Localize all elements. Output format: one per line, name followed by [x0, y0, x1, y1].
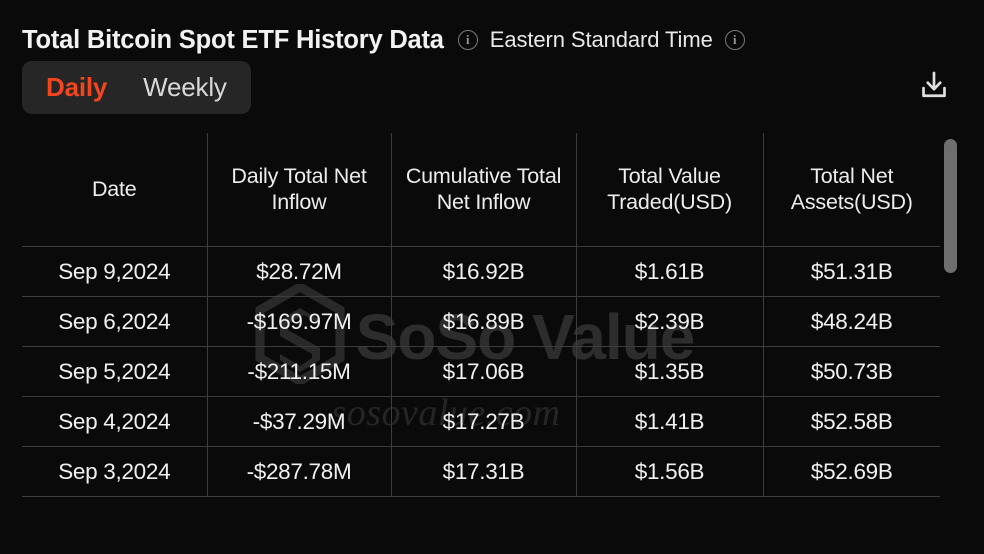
table-row[interactable]: Sep 4,2024 -$37.29M $17.27B $1.41B $52.5…	[22, 396, 940, 448]
tab-daily[interactable]: Daily	[30, 68, 123, 107]
table-row[interactable]: Sep 3,2024 -$287.78M $17.31B $1.56B $52.…	[22, 446, 940, 498]
cell-total-value-traded: $1.56B	[576, 446, 764, 498]
cell-total-net-assets: $52.58B	[763, 396, 940, 448]
cell-total-net-assets: $50.73B	[763, 346, 940, 398]
download-button[interactable]	[914, 67, 954, 107]
cell-daily-net-inflow: -$211.15M	[207, 346, 392, 398]
cell-total-value-traded: $1.35B	[576, 346, 764, 398]
table-row[interactable]: Sep 5,2024 -$211.15M $17.06B $1.35B $50.…	[22, 346, 940, 398]
column-header-total-net-assets[interactable]: Total Net Assets(USD)	[763, 132, 940, 248]
cell-daily-net-inflow: $28.72M	[207, 246, 392, 298]
cell-total-net-assets: $51.31B	[763, 246, 940, 298]
cell-cumulative-net-inflow: $17.27B	[391, 396, 577, 448]
etf-history-panel: Total Bitcoin Spot ETF History Data i Ea…	[0, 0, 984, 554]
timezone-info-icon[interactable]: i	[724, 30, 745, 50]
column-header-total-value-traded[interactable]: Total Value Traded(USD)	[576, 132, 764, 248]
table-header-row: Date Daily Total Net Inflow Cumulative T…	[22, 132, 940, 248]
cell-daily-net-inflow: -$169.97M	[207, 296, 392, 348]
column-header-cumulative-total-net-inflow[interactable]: Cumulative Total Net Inflow	[391, 132, 577, 248]
table-scrollbar-track[interactable]	[940, 133, 962, 517]
cell-total-net-assets: $48.24B	[763, 296, 940, 348]
toolbar: Daily Weekly	[0, 61, 984, 114]
title-info-icon[interactable]: i	[457, 30, 478, 50]
cell-total-net-assets: $52.69B	[763, 446, 940, 498]
cell-cumulative-net-inflow: $16.89B	[391, 296, 577, 348]
cell-date: Sep 3,2024	[22, 446, 208, 498]
table-scrollbar-thumb[interactable]	[944, 138, 957, 273]
panel-header: Total Bitcoin Spot ETF History Data i Ea…	[0, 0, 984, 54]
cell-cumulative-net-inflow: $17.06B	[391, 346, 577, 398]
cell-daily-net-inflow: -$287.78M	[207, 446, 392, 498]
table-scroll-container: SoSo Value sosovalue.com Date Daily Tota…	[22, 132, 962, 517]
cell-total-value-traded: $2.39B	[576, 296, 764, 348]
timezone-label: Eastern Standard Time	[489, 27, 713, 52]
cell-date: Sep 4,2024	[22, 396, 208, 448]
cell-total-value-traded: $1.41B	[576, 396, 764, 448]
cell-date: Sep 6,2024	[22, 296, 208, 348]
cell-date: Sep 9,2024	[22, 246, 208, 298]
download-icon	[917, 68, 951, 107]
page-title: Total Bitcoin Spot ETF History Data	[22, 25, 444, 54]
cell-total-value-traded: $1.61B	[576, 246, 764, 298]
table-body: Sep 9,2024 $28.72M $16.92B $1.61B $51.31…	[22, 246, 940, 498]
period-tab-group: Daily Weekly	[22, 61, 251, 114]
cell-date: Sep 5,2024	[22, 346, 208, 398]
table-row[interactable]: Sep 9,2024 $28.72M $16.92B $1.61B $51.31…	[22, 246, 940, 298]
cell-cumulative-net-inflow: $16.92B	[391, 246, 577, 298]
etf-history-table: Date Daily Total Net Inflow Cumulative T…	[22, 132, 940, 498]
column-header-date[interactable]: Date	[22, 132, 208, 248]
cell-cumulative-net-inflow: $17.31B	[391, 446, 577, 498]
column-header-daily-total-net-inflow[interactable]: Daily Total Net Inflow	[207, 132, 392, 248]
cell-daily-net-inflow: -$37.29M	[207, 396, 392, 448]
table-header: Date Daily Total Net Inflow Cumulative T…	[22, 132, 940, 248]
table-row[interactable]: Sep 6,2024 -$169.97M $16.89B $2.39B $48.…	[22, 296, 940, 348]
tab-weekly[interactable]: Weekly	[127, 68, 243, 107]
